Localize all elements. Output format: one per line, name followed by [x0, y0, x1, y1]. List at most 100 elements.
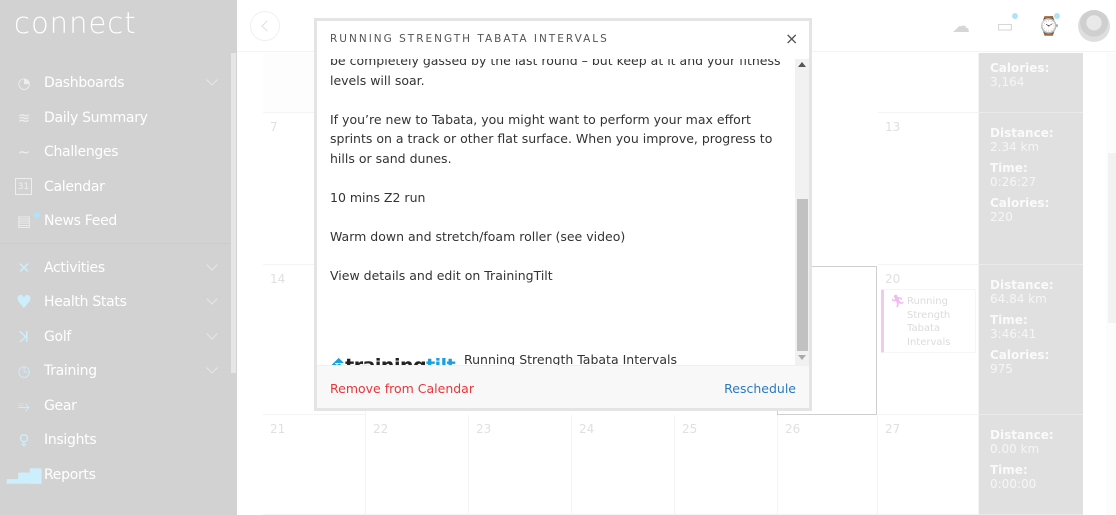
sidebar-item-label: Golf: [44, 328, 72, 345]
modal-body[interactable]: be completely gassed by the last round –…: [317, 59, 809, 365]
sidebar-item-reports[interactable]: ▂▅▇ Reports: [0, 458, 230, 493]
summary-label: Calories:: [990, 348, 1050, 362]
week-summary: Distance: 64.84 km Time: 3:46:41 Calorie…: [979, 265, 1083, 415]
summary-label: Calories:: [990, 61, 1050, 75]
workout-description: be completely gassed by the last round –…: [330, 59, 785, 305]
remove-from-calendar-button[interactable]: Remove from Calendar: [330, 381, 474, 396]
stopwatch-icon: ◷: [17, 362, 31, 381]
golfer-icon: ꓘ: [19, 327, 29, 346]
page-scrollbar[interactable]: [1106, 53, 1116, 515]
sidebar-nav: ◔ Dashboards ≋ Daily Summary ∼ Challenge…: [0, 66, 230, 492]
calendar-cell[interactable]: 21: [263, 415, 366, 515]
logo-accent-text: tilt.: [426, 355, 462, 365]
summary-value: 975: [990, 362, 1013, 376]
summary-label: Time:: [990, 313, 1028, 327]
calendar-cell[interactable]: 25: [675, 415, 778, 515]
day-number: 27: [885, 422, 901, 436]
day-number: 25: [682, 422, 698, 436]
summary-value: 0:00:00: [990, 477, 1037, 491]
summary-label: Calories:: [990, 196, 1050, 210]
calendar-cell[interactable]: 27: [878, 415, 979, 515]
sidebar-item-golf[interactable]: ꓘ Golf: [0, 320, 230, 355]
view-details-link[interactable]: View details and edit on TrainingTilt: [330, 266, 785, 286]
summary-label: Distance:: [990, 428, 1054, 442]
back-button[interactable]: [250, 11, 280, 41]
provider-workout-name: Running Strength Tabata Intervals: [464, 352, 677, 365]
sidebar-divider: [0, 242, 230, 251]
sidebar-item-calendar[interactable]: 31 Calendar: [0, 170, 230, 205]
sidebar-item-dashboards[interactable]: ◔ Dashboards: [0, 66, 230, 101]
lightbulb-icon: ♀: [18, 431, 30, 450]
calendar-cell[interactable]: [878, 53, 979, 113]
gauge-icon: ◔: [17, 74, 31, 93]
calendar-event[interactable]: 🏃︎ Running Strength Tabata Intervals: [881, 289, 976, 353]
calendar-cell[interactable]: 23: [469, 415, 572, 515]
sidebar-item-news-feed[interactable]: ▤ News Feed: [0, 204, 230, 239]
chevron-down-icon[interactable]: [206, 258, 218, 271]
sidebar-item-label: News Feed: [44, 213, 117, 230]
week-summary: Calories: 3,164: [979, 53, 1083, 113]
sidebar: connect ◔ Dashboards ≋ Daily Summary ∼ C…: [0, 0, 237, 515]
notification-dot: [1012, 13, 1018, 19]
scroll-up-arrow-icon[interactable]: [798, 62, 806, 67]
sidebar-item-daily-summary[interactable]: ≋ Daily Summary: [0, 101, 230, 136]
reschedule-button[interactable]: Reschedule: [724, 381, 796, 396]
sidebar-item-activities[interactable]: ✕ Activities: [0, 251, 230, 286]
upload-cloud-icon[interactable]: ☁: [949, 14, 973, 38]
summary-label: Time:: [990, 161, 1028, 175]
sidebar-item-label: Insights: [44, 432, 97, 449]
close-button[interactable]: ×: [785, 29, 798, 48]
day-number: 14: [270, 272, 286, 286]
sidebar-item-label: Calendar: [44, 178, 105, 195]
notification-dot: [1054, 13, 1060, 19]
sidebar-scrollbar[interactable]: [231, 53, 236, 373]
calendar-cell[interactable]: 22: [366, 415, 469, 515]
sidebar-item-label: Health Stats: [44, 294, 127, 311]
trainingtilt-diamond-icon: [327, 357, 344, 365]
sidebar-item-challenges[interactable]: ∼ Challenges: [0, 135, 230, 170]
sidebar-item-label: Challenges: [44, 144, 119, 161]
scroll-down-arrow-icon[interactable]: [798, 355, 806, 360]
day-number: 26: [785, 422, 801, 436]
modal-scrollbar[interactable]: [795, 59, 809, 365]
day-number: 13: [885, 120, 901, 134]
scrollbar-thumb[interactable]: [797, 199, 808, 351]
description-paragraph: If you’re new to Tabata, you might want …: [330, 111, 773, 166]
sidebar-item-training[interactable]: ◷ Training: [0, 354, 230, 389]
summary-value: 0:26:27: [990, 175, 1037, 189]
chevron-down-icon[interactable]: [206, 362, 218, 374]
modal-title: RUNNING STRENGTH TABATA INTERVALS: [330, 33, 609, 45]
sidebar-item-gear[interactable]: ⥱ Gear: [0, 389, 230, 424]
summary-value: 64.84 km: [990, 292, 1047, 306]
chevron-down-icon[interactable]: [206, 74, 218, 86]
avatar[interactable]: [1078, 10, 1110, 42]
calendar-cell[interactable]: 13: [878, 113, 979, 265]
trainingtilt-logo: trainingtilt.: [327, 355, 462, 365]
app-logo[interactable]: connect: [14, 6, 137, 40]
day-number: 22: [373, 422, 389, 436]
heart-icon: ♥: [15, 291, 33, 313]
description-paragraph: be completely gassed by the last round –…: [330, 59, 781, 88]
sidebar-item-label: Reports: [44, 466, 96, 483]
modal-footer: Remove from Calendar Reschedule: [317, 365, 809, 408]
description-paragraph: 10 mins Z2 run: [330, 189, 426, 205]
summary-value: 220: [990, 210, 1013, 224]
calendar-cell[interactable]: 24: [572, 415, 675, 515]
sidebar-item-label: Daily Summary: [44, 109, 148, 126]
sidebar-item-insights[interactable]: ♀ Insights: [0, 423, 230, 458]
running-icon: 🏃︎: [890, 294, 906, 308]
summary-label: Time:: [990, 463, 1028, 477]
bar-chart-icon: ▂▅▇: [6, 465, 42, 484]
chevron-down-icon[interactable]: [206, 327, 218, 340]
description-paragraph: Warm down and stretch/foam roller (see v…: [330, 228, 626, 244]
calendar-cell[interactable]: 26: [778, 415, 878, 515]
day-number: 21: [270, 422, 286, 436]
summary-value: 2.34 km: [990, 140, 1040, 154]
sidebar-item-health-stats[interactable]: ♥ Health Stats: [0, 285, 230, 320]
week-summary: Distance: 2.34 km Time: 0:26:27 Calories…: [979, 113, 1083, 265]
scrollbar-thumb[interactable]: [1108, 153, 1116, 323]
event-title: Running Strength Tabata Intervals: [907, 296, 951, 348]
logo-text: training: [345, 355, 426, 365]
shoe-icon: ⥱: [17, 396, 30, 415]
chevron-down-icon[interactable]: [206, 293, 218, 305]
